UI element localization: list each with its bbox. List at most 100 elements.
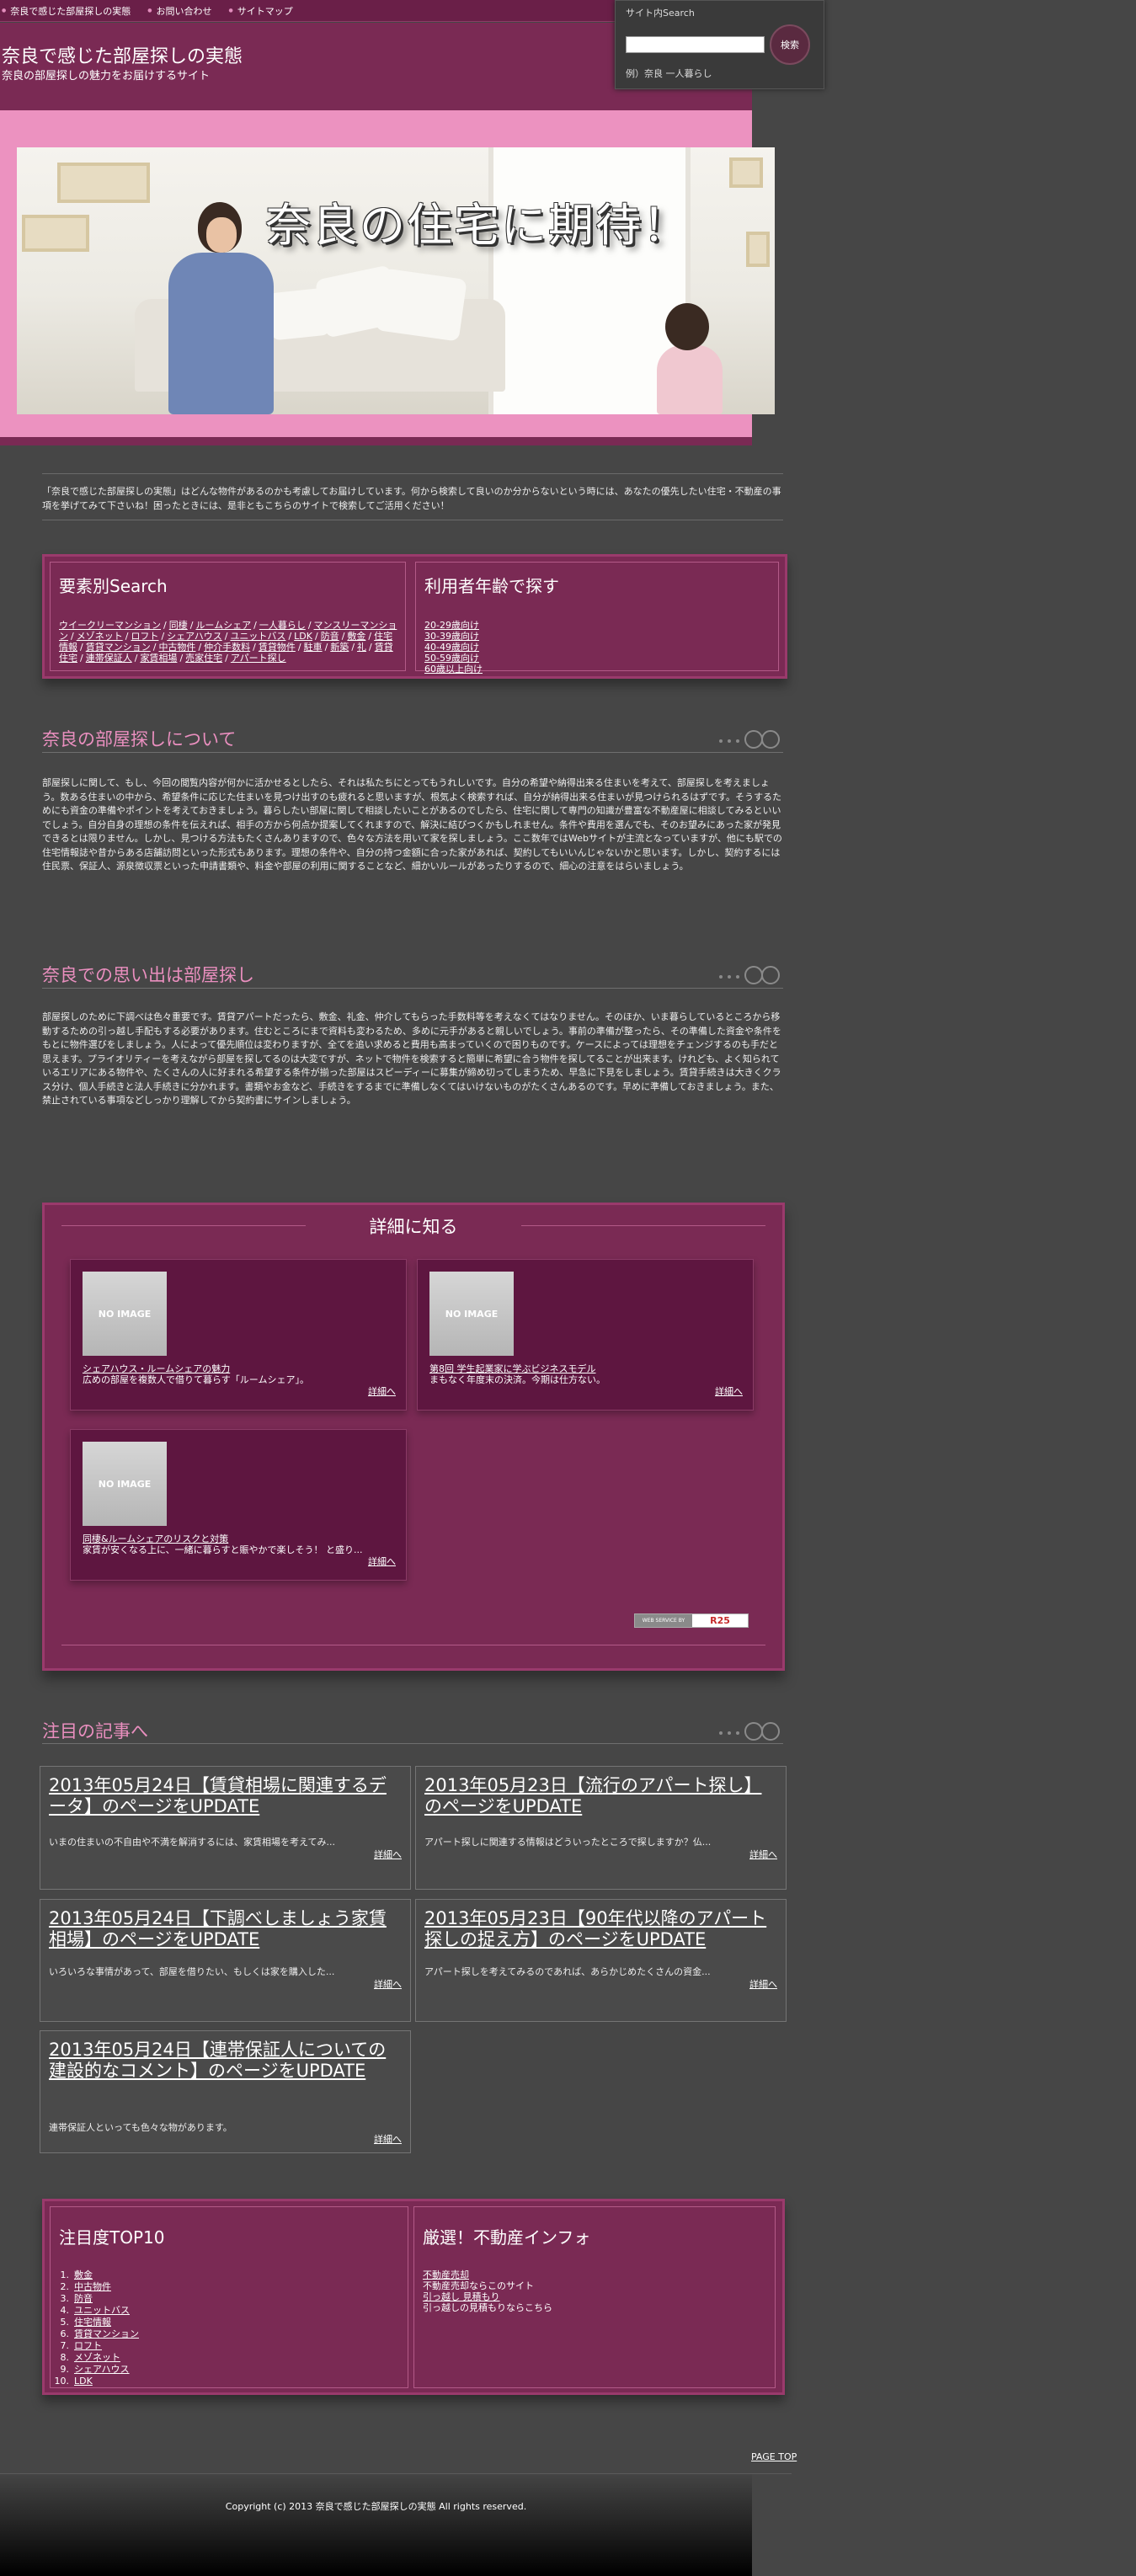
tag-link[interactable]: 仲介手数料 — [204, 642, 250, 653]
no-image-thumbnail[interactable]: NO IMAGE — [83, 1272, 167, 1356]
search-input[interactable] — [626, 36, 765, 53]
footer: Copyright (c) 2013 奈良で感じた部屋探しの実態 All rig… — [0, 2474, 752, 2576]
info-caption: 引っ越しの見積もりならこちら — [423, 2302, 552, 2313]
ranking-number: 7. — [60, 2340, 70, 2351]
news-title-link[interactable]: 2013年05月24日【賃貸相場に関連するデータ】のページをUPDATE — [49, 1775, 403, 1817]
ranking-number: 3. — [60, 2293, 70, 2304]
ranking-number: 4. — [60, 2305, 70, 2316]
card-description: 家賃が安くなる上に、一緒に暮らすと賑やかで楽しそう！ と盛り... — [83, 1544, 363, 1555]
news-more-link[interactable]: 詳細へ — [374, 1848, 402, 1861]
ranking-number: 5. — [60, 2317, 70, 2328]
tag-link[interactable]: 礼 — [357, 642, 366, 653]
news-more-link[interactable]: 詳細へ — [374, 2132, 402, 2146]
info-link[interactable]: 不動産売却 — [423, 2269, 552, 2280]
age-link[interactable]: 60歳以上向け — [424, 664, 483, 675]
ranking-link[interactable]: 住宅情報 — [74, 2317, 111, 2328]
tag-link[interactable]: ユニットバス — [230, 631, 285, 642]
age-link[interactable]: 30-39歳向け — [424, 631, 483, 642]
site-title[interactable]: 奈良で感じた部屋探しの実態 — [2, 41, 243, 68]
ranking-item: 9. シェアハウス — [51, 2364, 139, 2376]
nav-link-home[interactable]: 奈良で感じた部屋探しの実態 — [2, 4, 131, 18]
search-example: 例）奈良 一人暮らし — [626, 68, 712, 79]
age-link[interactable]: 20-29歳向け — [424, 620, 483, 631]
ranking-link[interactable]: 賃貸マンション — [74, 2328, 139, 2339]
news-title-link[interactable]: 2013年05月23日【90年代以降のアパート探しの捉え方】のページをUPDAT… — [424, 1908, 778, 1950]
section-text: 部屋探しに関して、もし、今回の閲覧内容が何かに活かせるとしたら、それは私たちにと… — [42, 777, 782, 872]
tag-link[interactable]: 新築 — [330, 642, 349, 653]
tag-link[interactable]: 駐車 — [304, 642, 323, 653]
ranking-link[interactable]: メゾネット — [74, 2352, 120, 2363]
news-title-link[interactable]: 2013年05月24日【連帯保証人についての建設的なコメント】のページをUPDA… — [49, 2040, 403, 2082]
tag-link[interactable]: 敷金 — [347, 631, 365, 642]
section-heading: 奈良での思い出は部屋探し — [42, 965, 254, 985]
news-description: いろいろな事情があって、部屋を借りたい、もしくは家を購入した... — [49, 1966, 335, 1977]
news-description: アパート探しに関連する情報はどういったところで探しますか？仏... — [424, 1837, 712, 1848]
tag-separator: / — [189, 620, 194, 631]
nav-link-sitemap[interactable]: サイトマップ — [229, 4, 293, 18]
ranking-link[interactable]: ロフト — [74, 2340, 102, 2351]
ranking-item: 6. 賃貸マンション — [51, 2328, 140, 2340]
tag-link[interactable]: 中古物件 — [158, 642, 195, 653]
tag-separator: / — [80, 653, 83, 664]
tag-separator: / — [179, 653, 184, 664]
tag-separator: / — [341, 631, 345, 642]
search-panels: 要素別Search ウイークリーマンション / 同棲 / ルームシェア / 一人暮らし / マン… — [42, 554, 787, 679]
ranking-link[interactable]: 防音 — [74, 2293, 93, 2304]
tag-separator: / — [368, 631, 372, 642]
news-card: 2013年05月24日【賃貸相場に関連するデータ】のページをUPDATE いまの… — [40, 1766, 411, 1890]
tag-link[interactable]: 売家住宅 — [185, 653, 222, 664]
powered-by-badge[interactable]: WEB SERVICE BY R25 — [634, 1613, 749, 1628]
ranking-item: 4. ユニットバス — [51, 2305, 139, 2317]
news-title-link[interactable]: 2013年05月23日【流行のアパート探し】のページをUPDATE — [424, 1775, 778, 1817]
card-more-link[interactable]: 詳細へ — [368, 1555, 396, 1568]
page-top-link[interactable]: PAGE TOP — [751, 2451, 797, 2462]
tag-link[interactable]: アパート探し — [231, 653, 286, 664]
news-card: 2013年05月23日【流行のアパート探し】のページをUPDATE アパート探し… — [415, 1766, 787, 1890]
news-more-link[interactable]: 詳細へ — [374, 1977, 402, 1991]
tag-separator: / — [71, 631, 74, 642]
tag-link[interactable]: ウイークリーマンション — [59, 620, 161, 631]
age-link[interactable]: 50-59歳向け — [424, 653, 483, 664]
nav-link-contact[interactable]: お問い合わせ — [147, 4, 212, 18]
tag-link[interactable]: 家賃相場 — [140, 653, 177, 664]
tag-link[interactable]: ロフト — [131, 631, 158, 642]
tag-link[interactable]: 連帯保証人 — [86, 653, 132, 664]
news-title-link[interactable]: 2013年05月24日【下調べしましょう家賃相場】のページをUPDATE — [49, 1908, 403, 1950]
tag-link[interactable]: メゾネット — [77, 631, 123, 642]
divider — [42, 752, 783, 753]
tag-link[interactable]: 防音 — [321, 631, 339, 642]
tag-link[interactable]: 賃貸物件 — [259, 642, 296, 653]
no-image-thumbnail[interactable]: NO IMAGE — [429, 1272, 514, 1356]
tag-link[interactable]: 賃貸マンション — [86, 642, 151, 653]
wall-frame — [729, 157, 763, 188]
tag-link[interactable]: ルームシェア — [195, 620, 251, 631]
top10-list: 1. 敷金 2. 中古物件 3. 防音 4. ユニットバス 5. 住宅情報 6. 賃貸マンション 7. ロ… — [51, 2269, 140, 2387]
ranking-item: 2. 中古物件 — [51, 2281, 139, 2293]
ranking-link[interactable]: 中古物件 — [74, 2281, 111, 2292]
card-more-link[interactable]: 詳細へ — [715, 1384, 743, 1398]
tag-separator: / — [152, 642, 157, 653]
tag-separator: / — [163, 620, 167, 631]
age-link[interactable]: 40-49歳向け — [424, 642, 483, 653]
tag-separator: / — [161, 631, 165, 642]
tag-link[interactable]: 一人暮らし — [259, 620, 306, 631]
ranking-item: 8. メゾネット — [51, 2352, 139, 2364]
tag-link[interactable]: 同棲 — [169, 620, 188, 631]
ranking-link[interactable]: ユニットバス — [74, 2305, 130, 2316]
ranking-link[interactable]: シェアハウス — [74, 2364, 130, 2375]
news-more-link[interactable]: 詳細へ — [749, 1977, 777, 1991]
search-button[interactable]: 検索 — [770, 24, 810, 65]
card-more-link[interactable]: 詳細へ — [368, 1384, 396, 1398]
tag-link[interactable]: LDK — [294, 631, 312, 642]
no-image-thumbnail[interactable]: NO IMAGE — [83, 1442, 167, 1526]
ranking-link[interactable]: 敷金 — [74, 2269, 93, 2280]
info-link[interactable]: 引っ越し 見積もり — [423, 2291, 552, 2302]
tag-link[interactable]: シェアハウス — [167, 631, 222, 642]
site-subtitle: 奈良の部屋探しの魅力をお届けするサイト — [2, 70, 211, 83]
wall-frame — [746, 232, 770, 267]
section-heading: 奈良の部屋探しについて — [42, 729, 237, 749]
news-card: 2013年05月24日【下調べしましょう家賃相場】のページをUPDATE いろい… — [40, 1899, 411, 2022]
ranking-link[interactable]: LDK — [74, 2376, 93, 2387]
news-more-link[interactable]: 詳細へ — [749, 1848, 777, 1861]
ranking-number: 6. — [60, 2328, 70, 2339]
